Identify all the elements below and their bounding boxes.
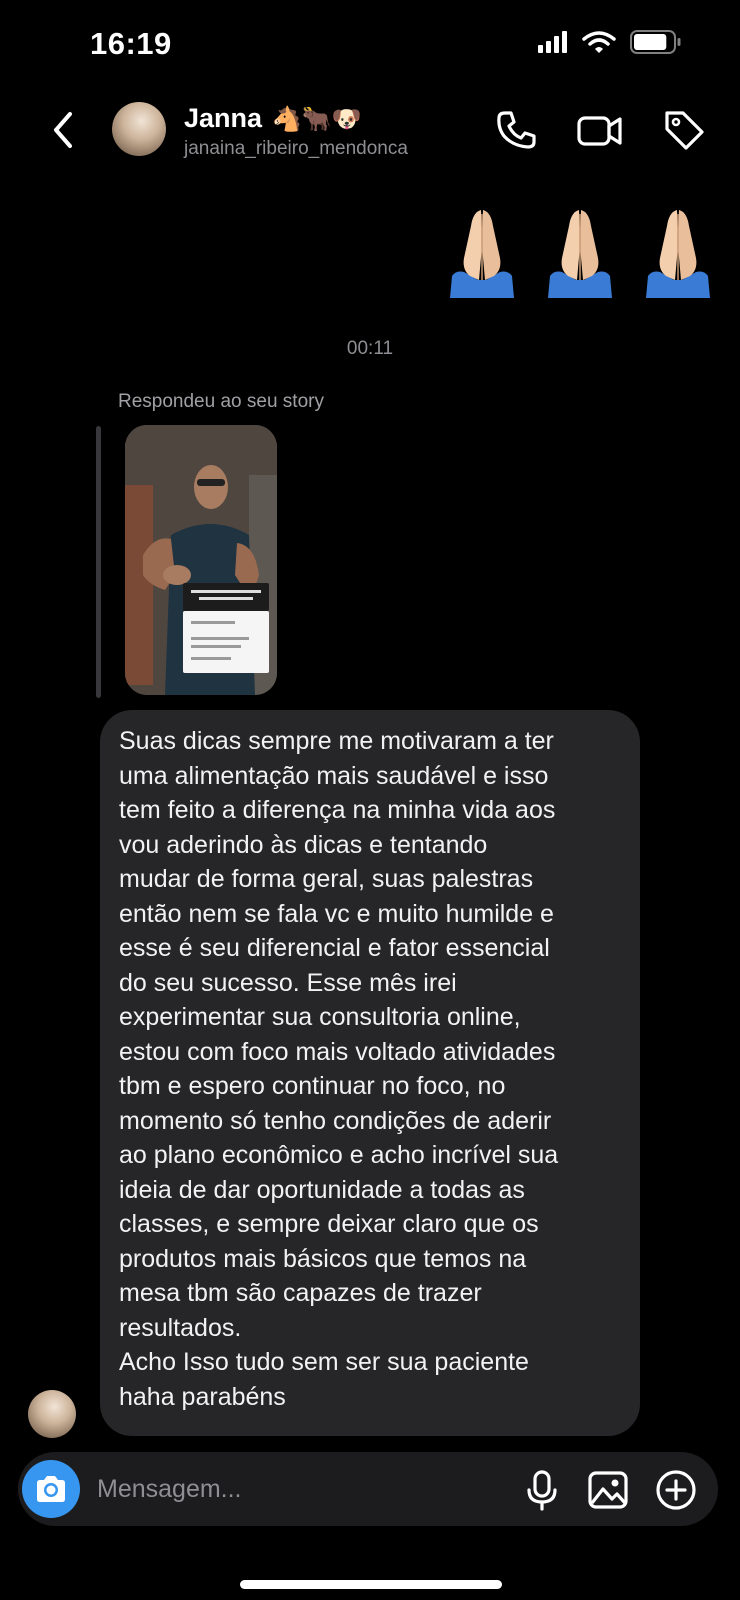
tag-icon [665, 111, 704, 150]
camera-button[interactable] [22, 1460, 80, 1518]
sender-avatar[interactable] [28, 1390, 76, 1438]
message-line: mudar de forma geral, suas palestras [119, 865, 534, 893]
contact-avatar[interactable] [112, 102, 166, 156]
wifi-icon [582, 31, 616, 53]
contact-username[interactable]: janaina_ribeiro_mendonca [184, 138, 408, 160]
gallery-button[interactable] [586, 1468, 630, 1512]
back-button[interactable] [46, 108, 82, 152]
message-timestamp: 00:11 [346, 338, 394, 359]
message-line: estou com foco mais voltado atividades [119, 1037, 556, 1066]
prayer-hands-icon [646, 210, 710, 298]
camera-icon [37, 1476, 65, 1502]
contact-name-row[interactable]: Janna 🐴🐂🐶 [184, 103, 362, 134]
reply-indicator-bar [96, 426, 101, 698]
image-icon [588, 1471, 628, 1509]
message-line: ao plano econômico e acho incrível sua [119, 1141, 559, 1169]
story-thumbnail-image [125, 425, 277, 695]
plus-circle-icon [656, 1470, 696, 1510]
video-call-button[interactable] [576, 108, 624, 152]
message-line: esse é seu diferencial e fator essencial [119, 934, 550, 962]
prayer-hands-icon [548, 210, 612, 298]
call-button[interactable] [494, 108, 538, 152]
message-line: tbm e espero continuar no foco, no [119, 1072, 506, 1100]
message-input[interactable] [97, 1471, 497, 1507]
message-line: resultados. [119, 1313, 242, 1342]
message-line: tem feito a diferença na minha vida aos [119, 796, 556, 824]
message-line: ideia de dar oportunidade a todas as [119, 1175, 525, 1204]
message-line: momento só tenho condições de aderir [119, 1106, 552, 1135]
message-line: haha parabéns [119, 1382, 286, 1411]
message-line: então nem se fala vc e muito humilde e [119, 899, 554, 928]
message-line: classes, e sempre deixar claro que os [119, 1210, 539, 1238]
voice-message-button[interactable] [520, 1468, 564, 1512]
prayer-hands-icon [450, 210, 514, 298]
story-thumbnail[interactable] [125, 425, 277, 695]
microphone-icon [527, 1470, 557, 1511]
message-line: mesa tbm são capazes de trazer [119, 1279, 482, 1307]
contact-name-emojis: 🐴🐂🐶 [272, 104, 362, 133]
message-line: Suas dicas sempre me motivaram a ter [119, 727, 554, 755]
tag-button[interactable] [662, 108, 706, 152]
message-line: Acho Isso tudo sem ser sua paciente [119, 1348, 529, 1376]
story-reply-label: Respondeu ao seu story [118, 391, 324, 412]
message-line: uma alimentação mais saudável e isso [119, 761, 549, 790]
phone-icon [497, 111, 536, 149]
status-time: 16:19 [90, 26, 172, 61]
message-bubble[interactable]: Suas dicas sempre me motivaram a ter uma… [100, 710, 640, 1436]
message-line: experimentar sua consultoria online, [119, 1003, 521, 1031]
chevron-left-icon [54, 112, 72, 148]
sent-prayer-emojis[interactable] [442, 206, 718, 298]
message-line: produtos mais básicos que temos na [119, 1244, 527, 1273]
battery-icon [630, 30, 681, 54]
message-line: vou aderindo às dicas e tentando [119, 830, 488, 859]
message-line: do seu sucesso. Esse mês irei [119, 968, 457, 997]
contact-name: Janna [184, 103, 263, 133]
video-camera-icon [577, 116, 622, 146]
home-indicator[interactable] [240, 1580, 502, 1589]
status-icons [538, 30, 682, 54]
cellular-signal-icon [538, 31, 567, 53]
add-button[interactable] [654, 1468, 698, 1512]
